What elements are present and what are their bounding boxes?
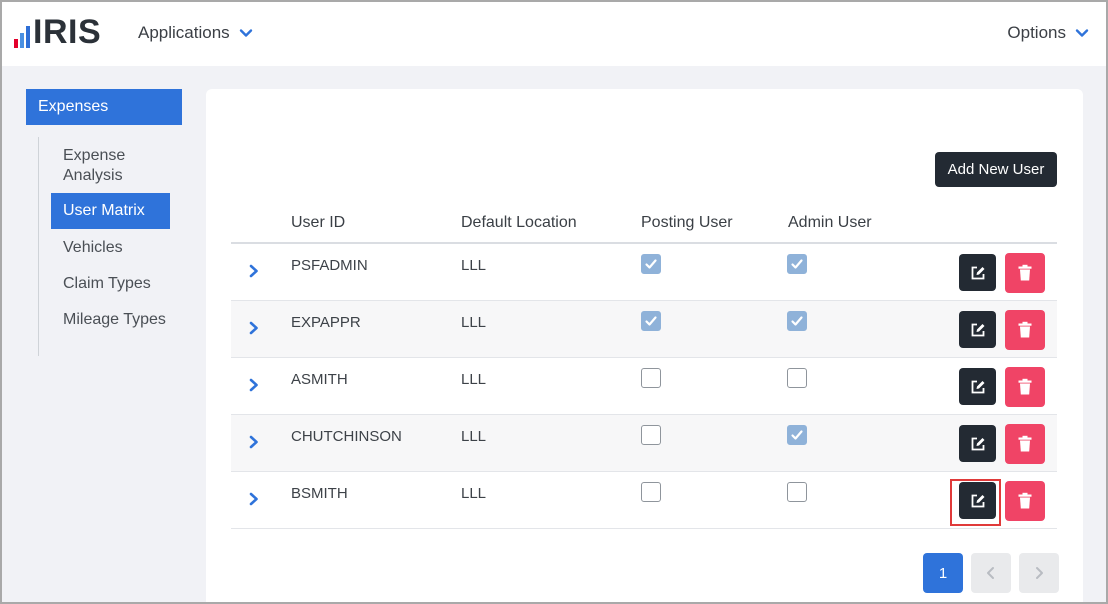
delete-user-button[interactable]: [1005, 310, 1045, 350]
iris-logo[interactable]: IRIS: [14, 13, 102, 51]
posting-user-checkbox[interactable]: [641, 311, 661, 331]
edit-icon: [971, 323, 984, 336]
user-id-cell: EXPAPPR: [291, 314, 361, 331]
location-cell: LLL: [461, 428, 487, 445]
trash-icon: [1018, 264, 1032, 281]
column-header-default-location: Default Location: [461, 214, 577, 231]
posting-user-checkbox[interactable]: [641, 425, 661, 445]
location-cell: LLL: [461, 257, 487, 274]
applications-menu[interactable]: Applications: [138, 23, 254, 43]
user-id-cell: PSFADMIN: [291, 257, 368, 274]
column-header-admin-user: Admin User: [788, 214, 872, 231]
check-icon: [645, 259, 657, 269]
sidebar-item-user-matrix[interactable]: User Matrix: [51, 193, 170, 229]
logo-bar-red: [14, 39, 18, 48]
sidebar-tree-line: [38, 137, 39, 356]
edit-user-button[interactable]: [959, 311, 996, 348]
logo-bar-lightblue: [20, 33, 24, 48]
edit-user-button[interactable]: [959, 254, 996, 291]
sidebar-item-mileage-types[interactable]: Mileage Types: [51, 310, 170, 330]
options-menu[interactable]: Options: [1007, 23, 1090, 43]
sidebar-item-vehicles[interactable]: Vehicles: [51, 238, 170, 258]
sidebar-header-expenses[interactable]: Expenses: [26, 89, 182, 125]
previous-page-button[interactable]: [971, 553, 1011, 593]
chevron-down-icon: [1075, 29, 1089, 37]
chevron-right-icon[interactable]: [247, 262, 261, 280]
delete-user-button[interactable]: [1005, 253, 1045, 293]
add-new-user-button[interactable]: Add New User: [935, 152, 1057, 187]
trash-icon: [1018, 492, 1032, 509]
delete-user-button[interactable]: [1005, 424, 1045, 464]
edit-icon: [971, 380, 984, 393]
edit-button-highlight: [950, 479, 1001, 526]
sidebar-item-claim-types[interactable]: Claim Types: [51, 274, 170, 294]
chevron-right-icon[interactable]: [247, 490, 261, 508]
next-page-button[interactable]: [1019, 553, 1059, 593]
table-row: BSMITH LLL: [231, 472, 1057, 529]
location-cell: LLL: [461, 371, 487, 388]
posting-user-checkbox[interactable]: [641, 482, 661, 502]
edit-icon: [971, 266, 984, 279]
check-icon: [791, 316, 803, 326]
column-header-posting-user: Posting User: [641, 214, 733, 231]
logo-bar-blue: [26, 26, 30, 48]
sidebar-item-expense-analysis[interactable]: Expense Analysis: [51, 146, 170, 186]
logo-text: IRIS: [33, 13, 102, 51]
user-id-cell: ASMITH: [291, 371, 348, 388]
table-row: PSFADMIN LLL: [231, 244, 1057, 301]
admin-user-checkbox[interactable]: [787, 368, 807, 388]
delete-user-button[interactable]: [1005, 367, 1045, 407]
user-id-cell: CHUTCHINSON: [291, 428, 402, 445]
options-label: Options: [1007, 23, 1066, 42]
applications-label: Applications: [138, 23, 230, 42]
check-icon: [791, 259, 803, 269]
check-icon: [791, 430, 803, 440]
posting-user-checkbox[interactable]: [641, 254, 661, 274]
chevron-right-icon[interactable]: [247, 433, 261, 451]
table-row: ASMITH LLL: [231, 358, 1057, 415]
edit-icon: [971, 437, 984, 450]
chevron-down-icon: [239, 29, 252, 37]
user-id-cell: BSMITH: [291, 485, 348, 502]
edit-user-button[interactable]: [959, 368, 996, 405]
admin-user-checkbox[interactable]: [787, 311, 807, 331]
delete-user-button[interactable]: [1005, 481, 1045, 521]
admin-user-checkbox[interactable]: [787, 425, 807, 445]
location-cell: LLL: [461, 485, 487, 502]
page-1-button[interactable]: 1: [923, 553, 963, 593]
column-header-user-id: User ID: [291, 214, 346, 231]
trash-icon: [1018, 378, 1032, 395]
check-icon: [645, 316, 657, 326]
chevron-right-icon[interactable]: [247, 319, 261, 337]
chevron-right-icon[interactable]: [247, 376, 261, 394]
table-row: CHUTCHINSON LLL: [231, 415, 1057, 472]
admin-user-checkbox[interactable]: [787, 254, 807, 274]
admin-user-checkbox[interactable]: [787, 482, 807, 502]
location-cell: LLL: [461, 314, 487, 331]
chevron-right-icon: [1036, 567, 1043, 579]
posting-user-checkbox[interactable]: [641, 368, 661, 388]
edit-user-button[interactable]: [959, 425, 996, 462]
trash-icon: [1018, 435, 1032, 452]
top-navbar: IRIS Applications Options: [0, 0, 1108, 66]
trash-icon: [1018, 321, 1032, 338]
table-row: EXPAPPR LLL: [231, 301, 1057, 358]
chevron-left-icon: [987, 567, 994, 579]
